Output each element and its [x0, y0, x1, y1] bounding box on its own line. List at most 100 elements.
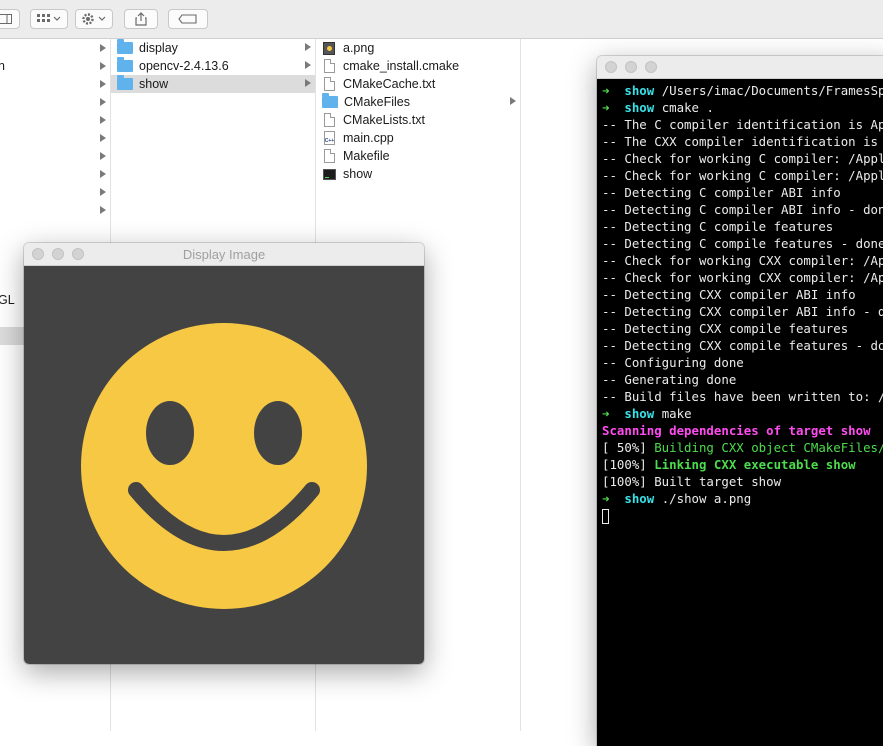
item-label: CMakeCache.txt [343, 77, 436, 91]
item-label: Makefile [343, 149, 390, 163]
close-button[interactable] [605, 61, 617, 73]
item-label: display [139, 41, 178, 55]
terminal-line: [ 50%] Building CXX object CMakeFiles/sh… [602, 439, 883, 456]
action-button[interactable] [75, 9, 113, 29]
item-label: opencv-2.4.13.6 [139, 59, 229, 73]
document-icon [324, 149, 335, 163]
file-item-show-exec[interactable]: show [316, 165, 520, 183]
display-image-titlebar[interactable]: Display Image [24, 243, 424, 266]
disclosure-arrow-icon [100, 170, 106, 178]
terminal-line: -- Check for working CXX compiler: /Appl… [602, 253, 883, 268]
disclosure-arrow-icon [100, 116, 106, 124]
disclosure-arrow-icon [510, 97, 516, 105]
terminal-line: -- Detecting CXX compiler ABI info [602, 287, 856, 302]
disclosure-arrow-icon [100, 62, 106, 70]
terminal-line: -- Detecting C compiler ABI info [602, 185, 841, 200]
terminal-line: [100%] Linking CXX executable show [602, 456, 883, 473]
cpp-file-icon: C++ [324, 131, 335, 145]
gear-icon [82, 13, 106, 25]
file-item-cmakelists[interactable]: CMakeLists.txt [316, 111, 520, 129]
tags-button[interactable] [168, 9, 208, 29]
file-item-cmake-install[interactable]: cmake_install.cmake [316, 57, 520, 75]
terminal-output[interactable]: ➜ show /Users/imac/Documents/FramesSpace… [597, 79, 883, 746]
prompt-arrow-icon: ➜ [602, 491, 625, 506]
terminal-window: ➜ show /Users/imac/Documents/FramesSpace… [597, 56, 883, 746]
terminal-line: -- Detecting C compile features [602, 219, 834, 234]
minimize-button[interactable] [625, 61, 637, 73]
progress-message: Built target show [654, 474, 782, 489]
file-item-main-cpp[interactable]: C++ main.cpp [316, 129, 520, 147]
progress-message: Building CXX object CMakeFiles/sho [654, 440, 883, 455]
prompt-directory: show [624, 100, 655, 115]
prompt-arrow-icon: ➜ [602, 100, 625, 115]
terminal-line: ➜ show make [602, 405, 883, 422]
item-label: CMakeLists.txt [343, 113, 425, 127]
terminal-line: -- Build files have been written to: /Us… [602, 389, 883, 404]
item-label: a.png [343, 41, 375, 55]
prompt-arrow-icon: ➜ [602, 406, 625, 421]
folder-icon [117, 57, 133, 72]
smiley-face-image [81, 323, 367, 609]
share-icon [135, 12, 147, 26]
terminal-line: -- Detecting C compile features - done [602, 236, 883, 251]
progress-percent: [100%] [602, 474, 655, 489]
share-button[interactable] [124, 9, 158, 29]
terminal-line: -- Configuring done [602, 355, 744, 370]
folder-item-show[interactable]: show [111, 75, 315, 93]
prompt-command: /Users/imac/Documents/FramesSpace [654, 83, 883, 98]
disclosure-arrow-icon [100, 44, 106, 52]
prompt-directory: show [624, 83, 655, 98]
prompt-arrow-icon: ➜ [602, 83, 625, 98]
folder-icon [322, 93, 338, 108]
terminal-line: -- The CXX compiler identification is Ap… [602, 134, 879, 149]
item-label: GL [0, 293, 15, 307]
terminal-line [602, 507, 883, 524]
item-label: n [0, 59, 5, 73]
folder-item-cmakefiles[interactable]: CMakeFiles [316, 93, 520, 111]
disclosure-arrow-icon [100, 134, 106, 142]
column-view-icon [0, 14, 12, 24]
terminal-line: -- The C compiler identification is Appl… [602, 117, 883, 132]
folder-item-display[interactable]: display [111, 39, 315, 57]
disclosure-arrow-icon [100, 80, 106, 88]
terminal-line: -- Detecting CXX compile features - done [602, 338, 883, 353]
terminal-line: -- Check for working C compiler: /Applic… [602, 168, 883, 183]
arrange-button[interactable] [30, 9, 68, 29]
file-item-a-png[interactable]: a.png [316, 39, 520, 57]
grid-icon [37, 14, 61, 22]
prompt-command: make [654, 406, 692, 421]
terminal-line: -- Check for working CXX compiler: /Appl… [602, 270, 883, 285]
progress-percent: [ 50%] [602, 440, 655, 455]
item-label: CMakeFiles [344, 95, 410, 109]
terminal-line: [100%] Built target show [602, 473, 883, 490]
terminal-exec-icon [323, 168, 336, 180]
terminal-titlebar[interactable] [597, 56, 883, 79]
disclosure-arrow-icon [305, 43, 311, 51]
file-item-makefile[interactable]: Makefile [316, 147, 520, 165]
prompt-command: ./show a.png [654, 491, 752, 506]
progress-percent: [100%] [602, 457, 655, 472]
file-item-cmakecache[interactable]: CMakeCache.txt [316, 75, 520, 93]
disclosure-arrow-icon [100, 206, 106, 214]
view-mode-button[interactable] [0, 9, 20, 29]
terminal-line: ➜ show ./show a.png [602, 490, 883, 507]
tag-icon [178, 14, 197, 24]
zoom-button[interactable] [645, 61, 657, 73]
prompt-directory: show [624, 491, 655, 506]
disclosure-arrow-icon [100, 152, 106, 160]
text-cursor [602, 509, 609, 524]
folder-icon [117, 75, 133, 90]
disclosure-arrow-icon [305, 61, 311, 69]
image-file-icon [323, 41, 335, 55]
list-item[interactable]: n [0, 57, 110, 75]
item-label: cmake_install.cmake [343, 59, 460, 73]
terminal-line: ➜ show cmake . [602, 99, 883, 116]
terminal-line: -- Detecting C compiler ABI info - done [602, 202, 883, 217]
item-label: show [139, 77, 169, 91]
folder-item-opencv[interactable]: opencv-2.4.13.6 [111, 57, 315, 75]
item-label: main.cpp [343, 131, 394, 145]
folder-icon [117, 39, 133, 54]
disclosure-arrow-icon [100, 98, 106, 106]
prompt-directory: show [624, 406, 655, 421]
disclosure-arrow-icon [100, 188, 106, 196]
